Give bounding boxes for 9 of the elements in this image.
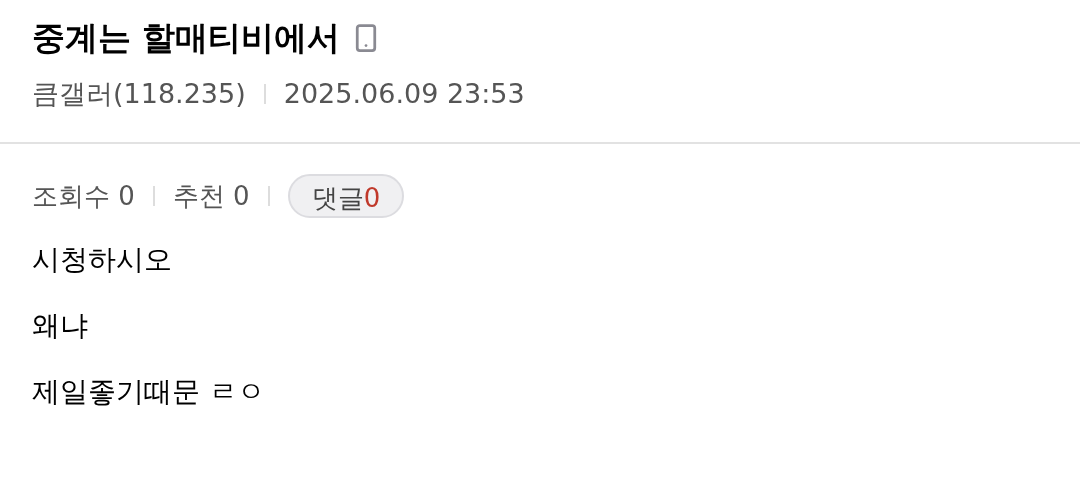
author-name: 큼갤러(118.235)	[32, 77, 246, 111]
stat-count: 조회수 0	[32, 180, 135, 213]
stat-count: 추천 0	[172, 180, 250, 213]
post-date: 2025.06.09 23:53	[283, 77, 525, 111]
body-text: 왜냐	[32, 308, 89, 344]
post-title: 중계는 할매티비에서	[32, 17, 341, 59]
body-text: 시청하시오	[32, 242, 173, 278]
body-text: 제일좋기때문 ㄹㅇ	[32, 374, 266, 410]
comment-count-button[interactable]: 댓글0	[287, 174, 405, 218]
